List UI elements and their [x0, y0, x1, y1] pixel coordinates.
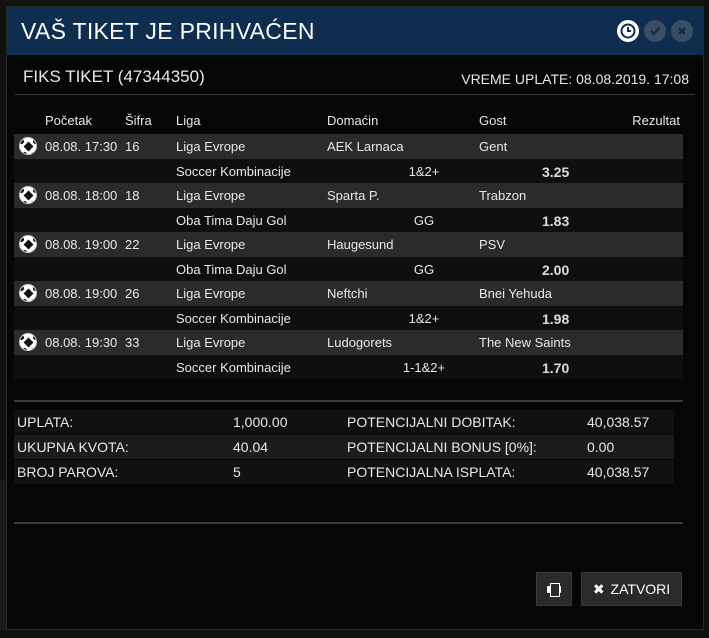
match-row: 08.08. 19:00 22 Liga Evrope Haugesund PSV [14, 232, 683, 257]
divider-bottom [14, 522, 683, 524]
header-home: Domaćin [327, 113, 379, 128]
potential-bonus-label: POTENCIJALNI BONUS [0%]: [344, 435, 584, 459]
bet-market: Soccer Kombinacije [176, 310, 291, 326]
total-odds-value: 40.04 [229, 435, 344, 459]
match-start: 08.08. 18:00 [45, 188, 118, 203]
match-start: 08.08. 19:30 [45, 335, 118, 350]
potential-bonus-value: 0.00 [584, 435, 674, 459]
header-icon-group [617, 20, 693, 42]
match-league: Liga Evrope [176, 286, 246, 301]
header-result: Rezultat [632, 113, 680, 128]
bet-tip: 1&2+ [408, 163, 440, 179]
match-code: 22 [125, 237, 140, 252]
modal-title: VAŠ TIKET JE PRIHVAĆEN [21, 17, 315, 44]
soccer-ball-icon [19, 235, 37, 253]
pairs-value: 5 [229, 460, 344, 484]
payment-label: UPLATA: [14, 410, 229, 434]
potential-win-label: POTENCIJALNI DOBITAK: [344, 410, 584, 434]
bet-detail-row: Soccer Kombinacije 1&2+ 1.98 [14, 305, 683, 330]
bet-tip: GG [413, 261, 435, 277]
match-away-team: The New Saints [479, 335, 571, 350]
soccer-ball-icon [19, 284, 37, 302]
match-row: 08.08. 19:00 26 Liga Evrope Neftchi Bnei Yeh… [14, 281, 683, 306]
soccer-ball-icon [19, 186, 37, 204]
match-row: 08.08. 17:30 16 Liga Evrope AEK Larnaca Gent [14, 134, 683, 159]
match-start: 08.08. 19:00 [45, 286, 118, 301]
close-circle-icon[interactable] [671, 20, 693, 42]
match-code: 33 [125, 335, 140, 350]
bet-detail-row: Oba Tima Daju Gol GG 2.00 [14, 256, 683, 281]
bet-market: Oba Tima Daju Gol [176, 212, 287, 228]
match-start: 08.08. 17:30 [45, 139, 118, 154]
x-icon: ✖ [592, 580, 605, 597]
print-button[interactable] [536, 572, 572, 606]
soccer-ball-icon [19, 333, 37, 351]
potential-payout-label: POTENCIJALNA ISPLATA: [344, 460, 584, 484]
total-odds-label: UKUPNA KVOTA: [14, 435, 229, 459]
printer-icon [547, 583, 561, 597]
clock-icon[interactable] [617, 20, 639, 42]
match-league: Liga Evrope [176, 139, 246, 154]
bet-odd: 3.25 [542, 163, 570, 180]
potential-payout-value: 40,038.57 [584, 460, 674, 484]
bet-detail-row: Soccer Kombinacije 1-1&2+ 1.70 [14, 354, 683, 379]
close-button[interactable]: ✖ ZATVORI [581, 572, 682, 606]
bet-rows: 08.08. 17:30 16 Liga Evrope AEK Larnaca Gent… [14, 134, 683, 379]
summary-row: UPLATA: 1,000.00 POTENCIJALNI DOBITAK: 4… [14, 410, 674, 435]
match-league: Liga Evrope [176, 188, 246, 203]
match-row: 08.08. 19:30 33 Liga Evrope Ludogorets The N… [14, 330, 683, 355]
match-start: 08.08. 19:00 [45, 237, 118, 252]
bet-detail-row: Oba Tima Daju Gol GG 1.83 [14, 207, 683, 232]
bet-odd: 1.83 [542, 212, 570, 229]
match-home-team: Ludogorets [327, 335, 393, 350]
match-league: Liga Evrope [176, 237, 246, 252]
soccer-ball-icon [19, 137, 37, 155]
bet-tip: 1-1&2+ [402, 359, 446, 375]
match-away-team: Gent [479, 139, 508, 154]
match-away-team: Bnei Yehuda [479, 286, 553, 301]
header-start: Početak [45, 113, 92, 128]
modal-header: VAŠ TIKET JE PRIHVAĆEN [7, 7, 703, 55]
bet-odd: 2.00 [542, 261, 570, 278]
table-header-row: Početak Šifra Liga Domaćin Gost Rezultat [14, 110, 683, 134]
payment-value: 1,000.00 [229, 410, 344, 434]
header-league: Liga [176, 113, 201, 128]
match-home-team: Haugesund [327, 237, 394, 252]
potential-win-value: 40,038.57 [584, 410, 674, 434]
bet-odd: 1.98 [542, 310, 570, 327]
bet-detail-row: Soccer Kombinacije 1&2+ 3.25 [14, 158, 683, 183]
payment-time: VREME UPLATE: 08.08.2019. 17:08 [461, 71, 689, 87]
ticket-subheader: FIKS TIKET (47344350) VREME UPLATE: 08.0… [15, 55, 695, 95]
match-home-team: AEK Larnaca [327, 139, 404, 154]
header-code: Šifra [125, 113, 152, 128]
close-button-label: ZATVORI [610, 581, 671, 597]
match-away-team: PSV [479, 237, 506, 252]
summary-row: UKUPNA KVOTA: 40.04 POTENCIJALNI BONUS [… [14, 435, 674, 460]
ticket-title: FIKS TIKET (47344350) [23, 67, 205, 86]
bet-market: Soccer Kombinacije [176, 359, 291, 375]
bets-table: Početak Šifra Liga Domaćin Gost Rezultat… [14, 110, 683, 379]
match-code: 18 [125, 188, 140, 203]
divider-top [14, 400, 683, 402]
bet-market: Soccer Kombinacije [176, 163, 291, 179]
match-row: 08.08. 18:00 18 Liga Evrope Sparta P. Trabzo… [14, 183, 683, 208]
bet-tip: 1&2+ [408, 310, 440, 326]
check-circle-icon[interactable] [644, 20, 666, 42]
match-home-team: Sparta P. [327, 188, 380, 203]
bet-tip: GG [413, 212, 435, 228]
bet-odd: 1.70 [542, 359, 570, 376]
match-away-team: Trabzon [479, 188, 527, 203]
bet-market: Oba Tima Daju Gol [176, 261, 287, 277]
pairs-label: BROJ PAROVA: [14, 460, 229, 484]
match-code: 26 [125, 286, 140, 301]
header-away: Gost [479, 113, 507, 128]
ticket-summary: UPLATA: 1,000.00 POTENCIJALNI DOBITAK: 4… [14, 410, 674, 485]
match-home-team: Neftchi [327, 286, 368, 301]
match-code: 16 [125, 139, 140, 154]
summary-row: BROJ PAROVA: 5 POTENCIJALNA ISPLATA: 40,… [14, 460, 674, 485]
match-league: Liga Evrope [176, 335, 246, 350]
